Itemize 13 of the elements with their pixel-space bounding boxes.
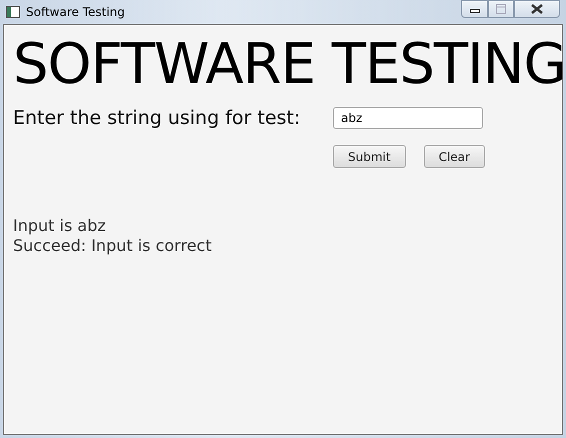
output-text: Input is abz [13, 216, 107, 236]
close-icon [531, 4, 543, 14]
close-button[interactable] [514, 0, 560, 18]
maximize-icon [496, 4, 506, 14]
output-text: Succeed: Input is correct [13, 236, 213, 256]
prompt-label: Enter the string using for test: [13, 107, 302, 129]
action-button[interactable]: Clear [424, 145, 485, 168]
heading: SOFTWARE TESTING [13, 37, 562, 93]
window-icon [6, 6, 20, 18]
window-title: Software Testing [26, 5, 125, 19]
minimize-button[interactable] [461, 0, 488, 18]
input-field[interactable]: abz [333, 107, 483, 129]
action-button[interactable]: Submit [333, 145, 406, 168]
